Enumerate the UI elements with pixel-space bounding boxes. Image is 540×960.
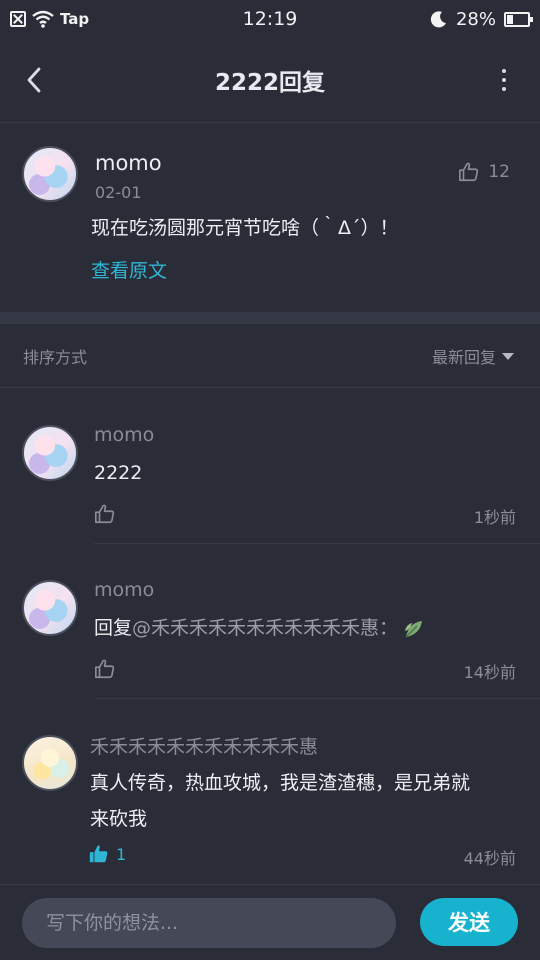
- avatar[interactable]: [22, 735, 78, 791]
- leaf-emoji-icon: [405, 620, 423, 637]
- like-button-active[interactable]: 1: [88, 843, 126, 865]
- battery-fill: [507, 14, 513, 24]
- top-app-bar: 2222回复: [0, 40, 540, 120]
- avatar[interactable]: [22, 146, 78, 202]
- reply-text-line: 来砍我: [90, 808, 148, 830]
- reply-detail-screen: Tap 12:19 28% 2222回复 momo 02-01 12 现在吃汤圆…: [0, 0, 540, 960]
- comment-date: 02-01: [95, 183, 142, 202]
- thumbs-up-filled-icon: [89, 845, 108, 863]
- reply-author[interactable]: momo: [94, 424, 154, 446]
- reply-item: momo 2222 1秒前: [0, 389, 540, 544]
- back-button[interactable]: [18, 64, 50, 96]
- avatar[interactable]: [22, 425, 78, 481]
- section-separator: [0, 312, 540, 324]
- more-dot-icon: [502, 78, 506, 82]
- comment-input[interactable]: [22, 898, 396, 948]
- status-left: Tap: [10, 10, 89, 28]
- reply-item: momo 回复@禾禾禾禾禾禾禾禾禾禾禾惠： 14秒前: [0, 544, 540, 699]
- sort-row: 排序方式 最新回复: [0, 324, 540, 388]
- reply-item: 禾禾禾禾禾禾禾禾禾禾禾惠 真人传奇，热血攻城，我是渣渣穗，是兄弟就 来砍我 1 …: [0, 699, 540, 885]
- comment-author[interactable]: momo: [95, 151, 162, 175]
- like-count: 12: [488, 162, 510, 182]
- reply-text: 回复@禾禾禾禾禾禾禾禾禾禾禾惠：: [94, 610, 426, 646]
- more-dot-icon: [502, 87, 506, 91]
- reply-time: 44秒前: [463, 849, 516, 868]
- caret-down-icon: [502, 352, 514, 360]
- reply-author[interactable]: 禾禾禾禾禾禾禾禾禾禾禾惠: [90, 732, 318, 759]
- like-button[interactable]: [94, 503, 122, 525]
- page-title: 2222回复: [214, 70, 325, 96]
- mention-link[interactable]: @禾禾禾禾禾禾禾禾禾禾禾惠：: [132, 617, 398, 639]
- status-bar: Tap 12:19 28%: [0, 0, 540, 38]
- view-original-link[interactable]: 查看原文: [91, 256, 167, 283]
- thumbs-up-icon: [459, 162, 479, 182]
- sort-label: 排序方式: [23, 348, 88, 367]
- comment-composer: 发送: [0, 884, 540, 960]
- sort-dropdown[interactable]: 最新回复: [432, 344, 514, 368]
- reply-author[interactable]: momo: [94, 579, 154, 601]
- reply-text-line: 真人传奇，热血攻城，我是渣渣穗，是兄弟就: [90, 772, 471, 794]
- battery-icon: [504, 11, 533, 27]
- like-button[interactable]: [94, 658, 122, 680]
- original-comment: momo 02-01 12 现在吃汤圆那元宵节吃啥（｀Δ´）！ 查看原文: [0, 123, 540, 313]
- reply-text: 2222: [94, 462, 143, 484]
- like-button[interactable]: 12: [458, 161, 510, 183]
- wifi-icon: [32, 10, 54, 28]
- send-button[interactable]: 发送: [420, 898, 518, 946]
- comment-text: 现在吃汤圆那元宵节吃啥（｀Δ´）！: [91, 217, 399, 239]
- thumbs-up-icon: [95, 504, 115, 524]
- like-count: 1: [116, 844, 127, 864]
- battery-percent: 28%: [455, 8, 496, 30]
- chevron-left-icon: [27, 67, 41, 93]
- sort-selected: 最新回复: [431, 348, 496, 367]
- avatar[interactable]: [22, 580, 78, 636]
- app-indicator: Tap: [60, 10, 90, 28]
- notification-close-icon: [10, 11, 26, 27]
- reply-time: 1秒前: [473, 508, 516, 527]
- reply-text: 真人传奇，热血攻城，我是渣渣穗，是兄弟就 来砍我: [90, 765, 470, 837]
- status-right: 28%: [430, 8, 533, 30]
- thumbs-up-icon: [95, 659, 115, 679]
- moon-icon: [430, 11, 446, 28]
- more-dot-icon: [502, 69, 506, 73]
- more-options-button[interactable]: [494, 64, 514, 96]
- reply-time: 14秒前: [463, 663, 516, 682]
- reply-prefix: 回复: [94, 617, 133, 639]
